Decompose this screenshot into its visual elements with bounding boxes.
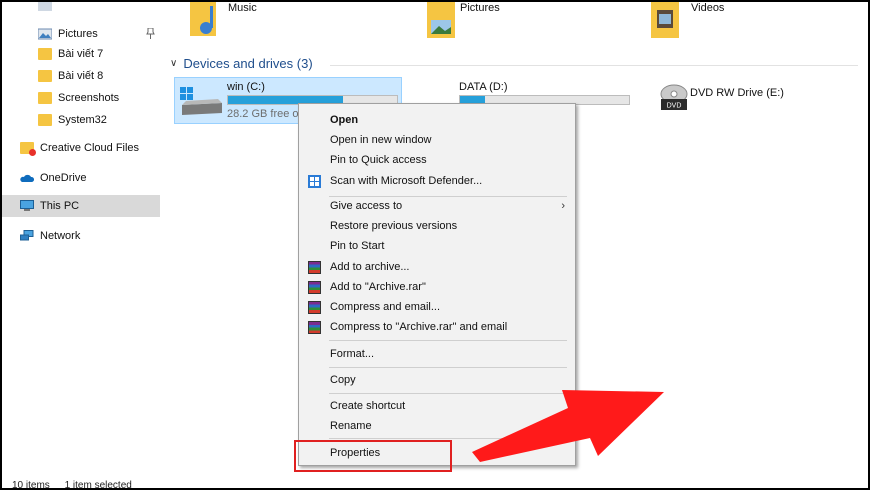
sidebar-item-bai-viet-8[interactable]: Bài viết 8 bbox=[2, 65, 160, 87]
winrar-icon bbox=[308, 280, 321, 294]
dvd-badge-text: DVD bbox=[667, 103, 682, 110]
pictures-folder-label: Pictures bbox=[460, 2, 500, 14]
sidebar-item-label: Pictures bbox=[58, 28, 98, 40]
windows-drive-icon bbox=[180, 87, 222, 115]
sidebar-item-label: This PC bbox=[40, 200, 80, 212]
drive-c-free-space: 28.2 GB free of bbox=[227, 108, 302, 120]
menu-item-give-access[interactable]: Give access to › bbox=[299, 196, 575, 216]
sidebar-item-label: Screenshots bbox=[58, 92, 120, 104]
documents-icon bbox=[38, 2, 52, 11]
status-item-count: 10 items bbox=[12, 480, 50, 490]
sidebar-item-label: Creative Cloud Files bbox=[40, 142, 140, 154]
menu-item-add-to-archive[interactable]: Add to archive... bbox=[299, 257, 575, 277]
menu-item-label: Pin to Quick access bbox=[330, 154, 427, 166]
network-icon bbox=[20, 230, 34, 241]
menu-item-label: Compress to "Archive.rar" and email bbox=[330, 321, 508, 333]
menu-item-label: Add to archive... bbox=[330, 261, 410, 273]
videos-folder[interactable] bbox=[651, 2, 679, 40]
pin-icon[interactable] bbox=[146, 28, 155, 39]
folder-icon bbox=[38, 48, 52, 60]
submenu-arrow-icon: › bbox=[561, 200, 565, 212]
menu-separator bbox=[329, 340, 567, 341]
creative-cloud-folder-icon bbox=[20, 142, 36, 156]
videos-folder-label: Videos bbox=[691, 2, 725, 14]
sidebar-item-creative-cloud-files[interactable]: Creative Cloud Files bbox=[2, 137, 160, 159]
navigation-pane: Pictures Bài viết 7 Bài viết 8 Screensho… bbox=[2, 2, 160, 488]
pictures-icon bbox=[38, 28, 52, 40]
music-folder-icon bbox=[190, 2, 216, 36]
group-divider bbox=[330, 65, 858, 66]
sidebar-item-network[interactable]: Network bbox=[2, 225, 160, 247]
status-bar: 10 items 1 item selected bbox=[12, 480, 132, 490]
menu-item-open[interactable]: Open bbox=[299, 110, 575, 130]
pictures-folder-icon bbox=[427, 2, 455, 38]
pictures-folder[interactable] bbox=[427, 2, 455, 40]
menu-item-label: Add to "Archive.rar" bbox=[330, 281, 426, 293]
menu-item-label: Give access to bbox=[330, 200, 403, 212]
sidebar-item-this-pc[interactable]: This PC bbox=[2, 195, 160, 217]
menu-item-label: Format... bbox=[330, 348, 375, 360]
menu-item-compress-archive-email[interactable]: Compress to "Archive.rar" and email bbox=[299, 317, 575, 337]
menu-item-label: Open in new window bbox=[330, 134, 432, 146]
winrar-icon bbox=[308, 260, 321, 274]
drive-e-name: DVD RW Drive (E:) bbox=[690, 87, 784, 99]
music-folder-label: Music bbox=[228, 2, 257, 14]
devices-group-header[interactable]: ∨ Devices and drives (3) bbox=[170, 56, 313, 71]
menu-item-label: Create shortcut bbox=[330, 400, 406, 412]
menu-item-label: Pin to Start bbox=[330, 240, 385, 252]
chevron-down-icon: ∨ bbox=[170, 58, 178, 69]
status-selection-count: 1 item selected bbox=[64, 480, 132, 490]
menu-item-label: Restore previous versions bbox=[330, 220, 458, 232]
menu-item-restore-versions[interactable]: Restore previous versions bbox=[299, 216, 575, 236]
menu-item-label: Open bbox=[330, 114, 359, 126]
menu-item-compress-email[interactable]: Compress and email... bbox=[299, 297, 575, 317]
red-arrow-icon bbox=[472, 390, 664, 462]
menu-item-add-to-archive-rar[interactable]: Add to "Archive.rar" bbox=[299, 277, 575, 297]
sidebar-item-bai-viet-7[interactable]: Bài viết 7 bbox=[2, 43, 160, 65]
music-folder[interactable] bbox=[190, 2, 216, 40]
drive-c-name: win (C:) bbox=[227, 81, 265, 93]
menu-item-label: Rename bbox=[330, 420, 372, 432]
menu-item-format[interactable]: Format... bbox=[299, 344, 575, 364]
defender-icon bbox=[308, 174, 321, 188]
winrar-icon bbox=[308, 300, 321, 314]
sidebar-item-screenshots[interactable]: Screenshots bbox=[2, 87, 160, 109]
sidebar-item-label: OneDrive bbox=[40, 172, 87, 184]
sidebar-item-label: System32 bbox=[58, 114, 107, 126]
sidebar-item-documents-partial[interactable] bbox=[2, 2, 160, 16]
menu-item-open-new-window[interactable]: Open in new window bbox=[299, 130, 575, 150]
sidebar-item-label: Network bbox=[40, 230, 81, 242]
group-header-label: Devices and drives (3) bbox=[183, 56, 313, 71]
videos-folder-icon bbox=[651, 2, 679, 38]
folder-icon bbox=[38, 114, 52, 126]
menu-item-label: Compress and email... bbox=[330, 301, 441, 313]
menu-item-scan-defender[interactable]: Scan with Microsoft Defender... bbox=[299, 171, 575, 191]
sidebar-item-pictures[interactable]: Pictures bbox=[2, 23, 160, 45]
sidebar-item-label: Bài viết 8 bbox=[58, 70, 104, 82]
menu-separator bbox=[329, 367, 567, 368]
menu-item-label: Scan with Microsoft Defender... bbox=[330, 175, 483, 187]
sidebar-item-system32[interactable]: System32 bbox=[2, 109, 160, 131]
drive-d-name: DATA (D:) bbox=[459, 81, 508, 93]
computer-icon bbox=[20, 200, 34, 211]
sidebar-item-label: Bài viết 7 bbox=[58, 48, 104, 60]
winrar-icon bbox=[308, 320, 321, 334]
onedrive-cloud-icon bbox=[20, 174, 34, 182]
sidebar-item-onedrive[interactable]: OneDrive bbox=[2, 167, 160, 189]
menu-item-pin-start[interactable]: Pin to Start bbox=[299, 236, 575, 256]
menu-item-pin-quick-access[interactable]: Pin to Quick access bbox=[299, 150, 575, 170]
menu-item-label: Copy bbox=[330, 374, 356, 386]
file-explorer-window: Pictures Bài viết 7 Bài viết 8 Screensho… bbox=[0, 0, 870, 490]
dvd-drive-icon: DVD bbox=[660, 84, 688, 110]
properties-highlight-box bbox=[294, 440, 452, 472]
folder-icon bbox=[38, 92, 52, 104]
folder-icon bbox=[38, 70, 52, 82]
